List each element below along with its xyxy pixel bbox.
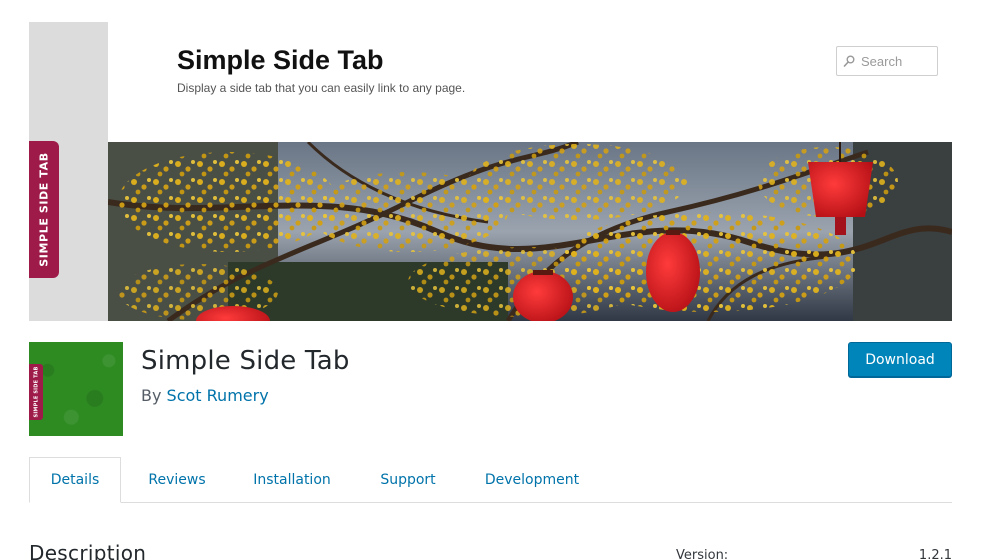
tab-details[interactable]: Details [29, 457, 121, 503]
version-label: Version: [676, 548, 729, 560]
search-icon [843, 55, 855, 67]
author-link[interactable]: Scot Rumery [167, 386, 269, 405]
banner-photo [108, 142, 952, 321]
download-button[interactable]: Download [848, 342, 952, 377]
search-input[interactable] [861, 53, 941, 69]
banner-search-box[interactable] [836, 46, 941, 76]
plugin-icon-tab-label: SIMPLE SIDE TAB [33, 366, 40, 418]
plugin-banner: SIMPLE SIDE TAB Simple Side Tab Display … [29, 22, 952, 321]
plugin-icon: SIMPLE SIDE TAB [29, 342, 123, 436]
banner-site-tagline: Display a side tab that you can easily l… [177, 81, 466, 95]
side-tab-label: SIMPLE SIDE TAB [37, 152, 51, 267]
author-prefix: By [141, 386, 162, 405]
tab-support[interactable]: Support [368, 457, 448, 503]
banner-site-title: Simple Side Tab [177, 45, 384, 75]
plugin-icon-side-tab: SIMPLE SIDE TAB [29, 364, 43, 420]
side-tab[interactable]: SIMPLE SIDE TAB [29, 141, 59, 278]
tab-development[interactable]: Development [472, 457, 592, 503]
plugin-title: Simple Side Tab [141, 346, 350, 376]
tab-reviews[interactable]: Reviews [137, 457, 217, 503]
tab-installation[interactable]: Installation [243, 457, 341, 503]
plugin-icon-background [29, 342, 123, 436]
version-value: 1.2.1 [918, 548, 952, 560]
plugin-author-line: By Scot Rumery [141, 386, 269, 405]
description-heading: Description [29, 541, 147, 560]
